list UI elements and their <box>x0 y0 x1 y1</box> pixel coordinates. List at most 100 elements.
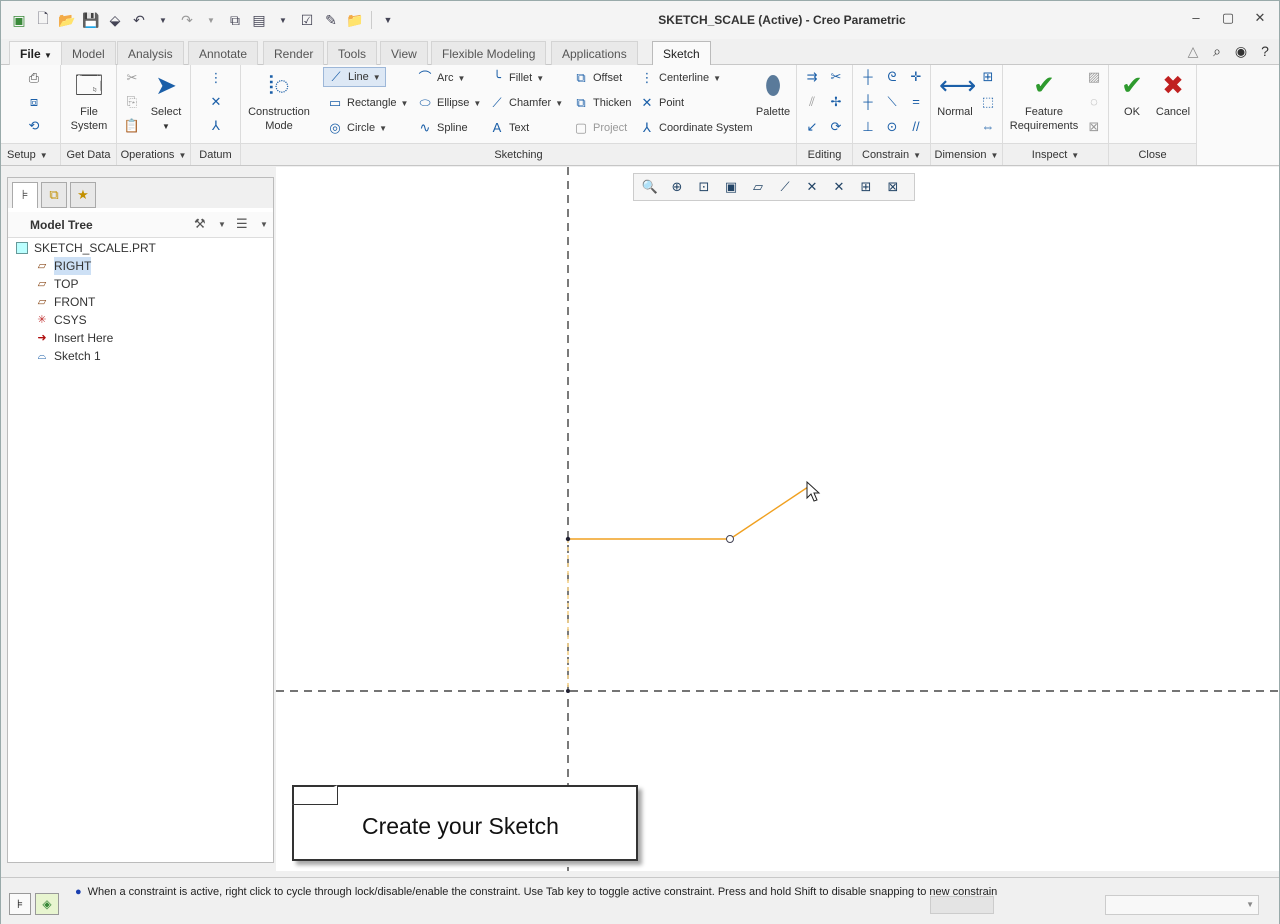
selection-filter-dropdown[interactable]: ▼ <box>1105 895 1259 915</box>
group-label-setup[interactable]: Setup ▼ <box>1 143 60 165</box>
tree-item-right[interactable]: ▱ RIGHT <box>34 257 92 275</box>
check-icon[interactable]: ☑ <box>297 9 317 31</box>
help-icon[interactable]: ? <box>1257 43 1273 59</box>
customize-dropdown-icon[interactable]: ▼ <box>378 9 398 31</box>
sketch-view-icon[interactable]: ⟲ <box>25 117 43 135</box>
tab-file[interactable]: File ▼ <box>9 41 63 65</box>
mirror-icon[interactable]: ⫽ <box>803 93 821 111</box>
chevron-down-icon[interactable]: ▼ <box>218 220 226 229</box>
search-icon[interactable]: ⌕ <box>1209 43 1225 59</box>
thicken-button[interactable]: ⧉ Thicken <box>573 95 631 111</box>
tree-item-insert-here[interactable]: ➜ Insert Here <box>34 329 113 347</box>
refit-icon[interactable]: 🔍 <box>638 176 662 198</box>
select-button[interactable]: ➤ Select ▼ <box>145 69 187 134</box>
sketch-view-icon[interactable]: ⟋ <box>773 176 797 198</box>
tab-folder-browser[interactable]: ⧉ <box>41 182 67 208</box>
circle-button[interactable]: ◎ Circle ▼ <box>327 120 387 136</box>
community-icon[interactable]: ◉ <box>1233 43 1249 59</box>
horizontal-constraint-icon[interactable]: ┼ <box>859 93 877 111</box>
chevron-down-icon[interactable]: ▼ <box>260 220 268 229</box>
project-button[interactable]: ▢ Project <box>573 120 627 136</box>
tab-model-tree[interactable]: ⊧ <box>12 182 38 208</box>
centerline-button[interactable]: ⋮ Centerline ▼ <box>639 70 722 86</box>
vertical-constraint-icon[interactable]: ┼ <box>859 68 877 86</box>
maximize-icon[interactable]: ▢ <box>1221 11 1235 25</box>
display-style-icon[interactable]: ▱ <box>746 176 770 198</box>
app-logo-icon[interactable]: ▣ <box>9 9 29 31</box>
divide-icon[interactable]: ✢ <box>827 93 845 111</box>
tab-render[interactable]: Render <box>263 41 325 65</box>
repaint-icon[interactable]: ▣ <box>719 176 743 198</box>
tree-root[interactable]: SKETCH_SCALE.PRT <box>16 239 156 257</box>
midpoint-constraint-icon[interactable]: ⟍ <box>883 93 901 111</box>
save-icon[interactable]: 💾 <box>81 9 101 31</box>
disp-dimensions-icon[interactable]: ✕ <box>800 176 824 198</box>
minimize-icon[interactable]: – <box>1189 11 1203 25</box>
regen-status-indicator[interactable] <box>930 896 994 914</box>
tab-tools[interactable]: Tools <box>327 41 378 65</box>
close-icon[interactable]: ✕ <box>1253 11 1267 25</box>
tree-item-front[interactable]: ▱ FRONT <box>34 293 96 311</box>
tab-favorites[interactable]: ★ <box>70 182 96 208</box>
datum-csys-icon[interactable]: ⅄ <box>207 117 225 135</box>
perpendicular-constraint-icon[interactable]: ⊥ <box>859 118 877 136</box>
sketch-line-rubberband[interactable] <box>729 486 809 540</box>
disp-grid-icon[interactable]: ⊞ <box>854 176 878 198</box>
undo-dropdown-icon[interactable]: ▼ <box>153 9 173 31</box>
windows-dropdown-icon[interactable]: ▼ <box>273 9 293 31</box>
line-button[interactable]: ⟋ Line ▼ <box>323 67 386 87</box>
zoom-in-icon[interactable]: ⊕ <box>665 176 689 198</box>
tab-flexible-modeling[interactable]: Flexible Modeling <box>431 41 547 65</box>
baseline-icon[interactable]: ⬚ <box>979 93 997 111</box>
perimeter-icon[interactable]: ⊞ <box>979 68 997 86</box>
redo-dropdown-icon[interactable]: ▼ <box>201 9 221 31</box>
tree-settings-icon[interactable]: ⚒ <box>194 216 206 232</box>
paste-icon[interactable]: 📋 <box>123 117 141 135</box>
toggle-browser-button[interactable]: ◈ <box>35 893 59 915</box>
group-label-dimension[interactable]: Dimension ▼ <box>931 143 1002 165</box>
highlight-open-ends-icon[interactable]: ◌ <box>1085 93 1103 111</box>
cancel-button[interactable]: ✖ Cancel <box>1153 69 1193 119</box>
datum-point-icon[interactable]: ✕ <box>207 93 225 111</box>
tree-item-sketch-1[interactable]: ⌓ Sketch 1 <box>34 347 101 365</box>
text-button[interactable]: A Text <box>489 120 530 136</box>
redo-icon[interactable]: ↷ <box>177 9 197 31</box>
arc-button[interactable]: ⌒ Arc ▼ <box>417 70 465 86</box>
tree-item-csys[interactable]: ✳ CSYS <box>34 311 86 329</box>
tree-item-top[interactable]: ▱ TOP <box>34 275 79 293</box>
rectangle-button[interactable]: ▭ Rectangle ▼ <box>327 95 409 111</box>
offset-button[interactable]: ⧉ Offset <box>573 70 622 86</box>
tangent-constraint-icon[interactable]: ᘓ <box>883 68 901 86</box>
regen-model-icon[interactable]: ⧉ <box>225 9 245 31</box>
group-label-constrain[interactable]: Constrain ▼ <box>853 143 930 165</box>
sketch-setup-icon[interactable]: ⎙ <box>25 69 43 87</box>
equal-constraint-icon[interactable]: = <box>907 93 925 111</box>
point-button[interactable]: ✕ Point <box>639 95 685 111</box>
symmetric-constraint-icon[interactable]: ✛ <box>907 68 925 86</box>
ok-button[interactable]: ✔ OK <box>1115 69 1149 119</box>
delete-segment-icon[interactable]: ✂ <box>827 68 845 86</box>
group-label-inspect[interactable]: Inspect ▼ <box>1003 143 1108 165</box>
sketch-vertex-point[interactable] <box>726 535 734 543</box>
corner-icon[interactable]: ↙ <box>803 118 821 136</box>
zoom-out-icon[interactable]: ⊡ <box>692 176 716 198</box>
datum-centerline-icon[interactable]: ⋮ <box>207 69 225 87</box>
reference-dimension-icon[interactable]: ⇔ <box>979 118 997 136</box>
tab-annotate[interactable]: Annotate <box>188 41 259 65</box>
edit-icon[interactable]: ✎ <box>321 9 341 31</box>
sketch-start-point[interactable] <box>565 536 571 542</box>
collapse-ribbon-icon[interactable]: △ <box>1185 43 1201 59</box>
fillet-button[interactable]: ╰ Fillet ▼ <box>489 70 544 86</box>
palette-button[interactable]: ⬮ Palette <box>753 69 793 119</box>
undo-icon[interactable]: ↶ <box>129 9 149 31</box>
references-icon[interactable]: ⧈ <box>25 93 43 111</box>
disp-constraints-icon[interactable]: ✕ <box>827 176 851 198</box>
disp-vertices-icon[interactable]: ⊠ <box>881 176 905 198</box>
group-label-operations[interactable]: Operations ▼ <box>117 143 190 165</box>
parallel-constraint-icon[interactable]: // <box>907 118 925 136</box>
copy-icon[interactable]: ⎘ <box>123 93 141 111</box>
feature-requirements-button[interactable]: ✔ Feature Requirements <box>1007 69 1081 133</box>
graphics-canvas[interactable]: 🔍 ⊕ ⊡ ▣ ▱ ⟋ ✕ ✕ ⊞ ⊠ Create your Sketch <box>276 167 1279 871</box>
tab-applications[interactable]: Applications <box>551 41 638 65</box>
shade-closed-loops-icon[interactable]: ⊠ <box>1085 118 1103 136</box>
